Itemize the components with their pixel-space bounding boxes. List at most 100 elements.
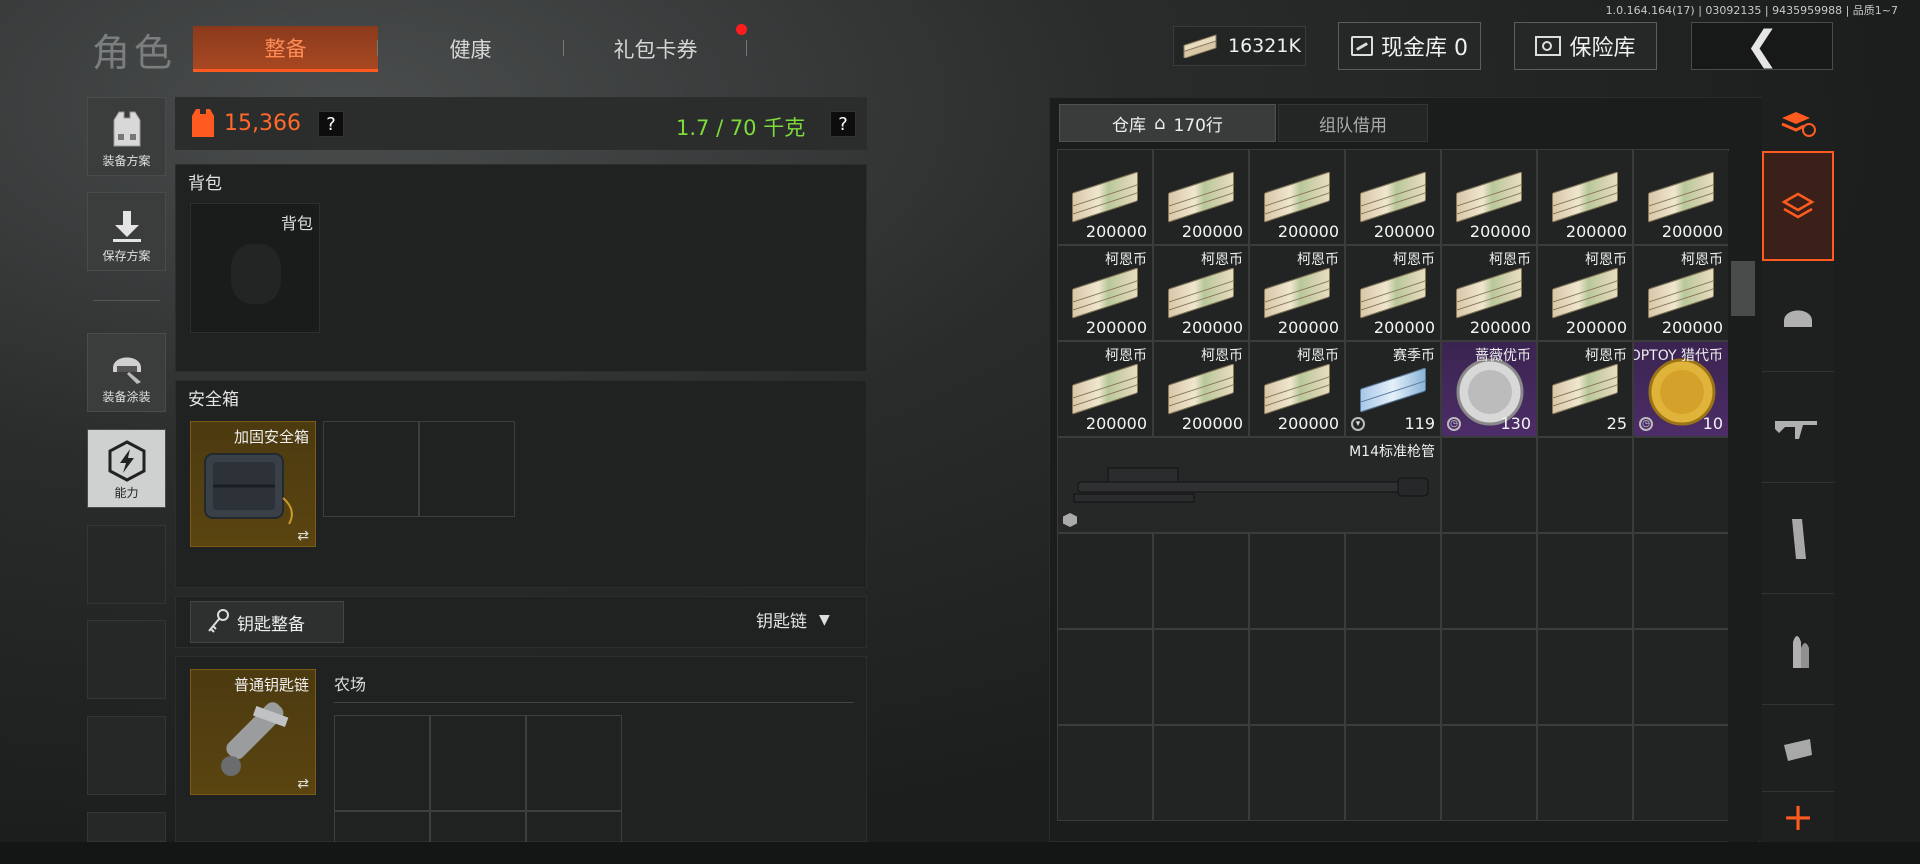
- inventory-empty-cell[interactable]: [1633, 437, 1729, 533]
- inventory-empty-cell[interactable]: [1441, 725, 1537, 821]
- tab-loadout[interactable]: 整备: [193, 26, 378, 72]
- keychain-dropdown-label: 钥匙链: [756, 612, 807, 632]
- inventory-item[interactable]: ◷ 蔷薇优币 130: [1441, 341, 1537, 437]
- rail-all-items[interactable]: [1762, 151, 1834, 261]
- inventory-empty-cell[interactable]: [1441, 533, 1537, 629]
- home-icon: ⌂: [1154, 112, 1166, 134]
- inventory-item[interactable]: 柯恩币 200000: [1633, 245, 1729, 341]
- inventory-item[interactable]: 柯恩币 200000: [1153, 341, 1249, 437]
- inventory-empty-cell[interactable]: [1153, 725, 1249, 821]
- inventory-empty-cell[interactable]: [1057, 629, 1153, 725]
- inventory-item[interactable]: 200000: [1057, 149, 1153, 245]
- inventory-empty-cell[interactable]: [1537, 629, 1633, 725]
- insured-vault-button[interactable]: 保险库: [1514, 22, 1657, 70]
- inventory-empty-cell[interactable]: [1633, 725, 1729, 821]
- cash-balance[interactable]: 16321K: [1173, 26, 1306, 66]
- inventory-item[interactable]: ▾ 赛季币 119: [1345, 341, 1441, 437]
- sidebar-item-equipment-skins[interactable]: 装备涂装: [87, 333, 166, 412]
- value-help-button[interactable]: ?: [318, 111, 344, 137]
- rail-add-button[interactable]: +: [1762, 792, 1834, 842]
- inventory-item[interactable]: 200000: [1633, 149, 1729, 245]
- inventory-item[interactable]: 200000: [1249, 149, 1345, 245]
- key-loadout-button[interactable]: 钥匙整备: [190, 601, 344, 643]
- item-quantity: 200000: [1661, 222, 1723, 241]
- inventory-empty-cell[interactable]: [1633, 629, 1729, 725]
- inventory-empty-cell[interactable]: [1249, 533, 1345, 629]
- inventory-item[interactable]: 柯恩币 200000: [1537, 245, 1633, 341]
- swap-icon[interactable]: ⇄: [297, 776, 309, 792]
- vest-icon: [113, 111, 140, 147]
- inventory-item[interactable]: 柯恩币 200000: [1057, 245, 1153, 341]
- inventory-empty-cell[interactable]: [1345, 629, 1441, 725]
- rail-weapons[interactable]: [1762, 373, 1834, 483]
- back-button[interactable]: ❮: [1691, 22, 1833, 70]
- safebox-empty-slot[interactable]: [419, 421, 515, 517]
- sidebar-item-save-preset[interactable]: 保存方案: [87, 192, 166, 271]
- inventory-item[interactable]: 柯恩币 200000: [1153, 245, 1249, 341]
- inventory-empty-cell[interactable]: [1441, 629, 1537, 725]
- key-slot[interactable]: [334, 811, 430, 843]
- safebox-item-slot[interactable]: 加固安全箱 ⇄: [190, 421, 316, 547]
- cash-vault-button[interactable]: 现金库 0: [1338, 22, 1481, 70]
- tab-health[interactable]: 健康: [378, 26, 563, 72]
- backpack-slot[interactable]: 背包: [190, 203, 320, 333]
- inventory-item[interactable]: 柯恩币 25: [1537, 341, 1633, 437]
- inventory-item[interactable]: 柯恩币 200000: [1441, 245, 1537, 341]
- sidebar-item-abilities[interactable]: 能力: [87, 429, 166, 508]
- swap-icon[interactable]: ⇄: [297, 528, 309, 544]
- key-slot[interactable]: [430, 715, 526, 811]
- item-name: 柯恩币: [1297, 252, 1339, 268]
- inventory-empty-cell[interactable]: [1153, 629, 1249, 725]
- inventory-empty-cell[interactable]: [1441, 437, 1537, 533]
- inventory-empty-cell[interactable]: [1537, 725, 1633, 821]
- inventory-scrollbar-track[interactable]: [1728, 151, 1758, 842]
- key-slot[interactable]: [430, 811, 526, 843]
- tab-team-borrow[interactable]: 组队借用: [1278, 104, 1428, 142]
- inventory-empty-cell[interactable]: [1249, 725, 1345, 821]
- ammo-icon: [1793, 635, 1809, 668]
- weight-help-button[interactable]: ?: [830, 111, 856, 137]
- tab-gift-vouchers[interactable]: 礼包卡券: [563, 26, 748, 72]
- inventory-empty-cell[interactable]: [1249, 629, 1345, 725]
- inventory-item-barrel[interactable]: M14标准枪管: [1057, 437, 1441, 533]
- backpack-slot-label: 背包: [280, 214, 313, 233]
- inventory-item[interactable]: 柯恩币 200000: [1057, 341, 1153, 437]
- inventory-item[interactable]: 200000: [1153, 149, 1249, 245]
- page-title: 角色: [92, 31, 177, 75]
- inventory-empty-cell[interactable]: [1345, 533, 1441, 629]
- magazine-icon: [1792, 518, 1806, 559]
- row-count: 170行: [1173, 115, 1223, 136]
- key-slot[interactable]: [334, 715, 430, 811]
- inventory-empty-cell[interactable]: [1537, 533, 1633, 629]
- banknote-stack-icon: [1644, 267, 1716, 319]
- inventory-empty-cell[interactable]: [1057, 725, 1153, 821]
- inventory-empty-cell[interactable]: [1057, 533, 1153, 629]
- item-name: TOPTOY 猎代币: [1634, 348, 1723, 364]
- scrollbar-thumb[interactable]: [1731, 261, 1755, 316]
- keychain-item-slot[interactable]: 普通钥匙链 ⇄: [190, 669, 316, 795]
- item-name: 柯恩币: [1681, 252, 1723, 268]
- keychain-dropdown[interactable]: 钥匙链 ▼: [756, 607, 830, 633]
- tab-warehouse[interactable]: 仓库 ⌂ 170行: [1059, 104, 1276, 142]
- inventory-item[interactable]: 柯恩币 200000: [1345, 245, 1441, 341]
- key-slot[interactable]: [526, 811, 622, 843]
- inventory-item[interactable]: 200000: [1441, 149, 1537, 245]
- banknote-stack-icon: [1260, 171, 1332, 223]
- rail-helmets[interactable]: [1762, 262, 1834, 372]
- inventory-empty-cell[interactable]: [1633, 533, 1729, 629]
- inventory-empty-cell[interactable]: [1537, 437, 1633, 533]
- inventory-item[interactable]: 柯恩币 200000: [1249, 245, 1345, 341]
- key-slot[interactable]: [526, 715, 622, 811]
- rail-sort-button[interactable]: [1762, 97, 1834, 151]
- rail-attachments[interactable]: [1762, 706, 1834, 792]
- rail-ammo[interactable]: [1762, 595, 1834, 705]
- inventory-item[interactable]: ◷ TOPTOY 猎代币 10: [1633, 341, 1729, 437]
- inventory-empty-cell[interactable]: [1153, 533, 1249, 629]
- inventory-empty-cell[interactable]: [1345, 725, 1441, 821]
- sidebar-item-loadout-presets[interactable]: 装备方案: [87, 97, 166, 176]
- inventory-item[interactable]: 200000: [1345, 149, 1441, 245]
- safebox-empty-slot[interactable]: [323, 421, 419, 517]
- inventory-item[interactable]: 200000: [1537, 149, 1633, 245]
- rail-magazines[interactable]: [1762, 484, 1834, 594]
- inventory-item[interactable]: 柯恩币 200000: [1249, 341, 1345, 437]
